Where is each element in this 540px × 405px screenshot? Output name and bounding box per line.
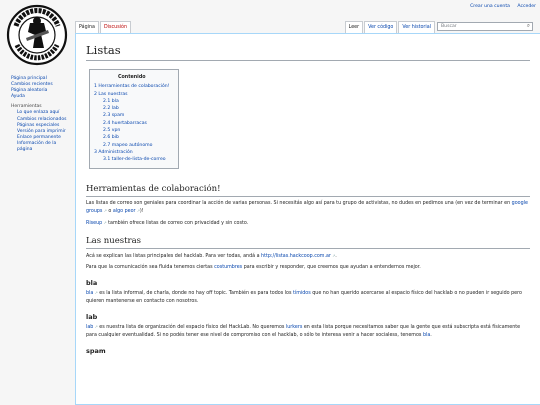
paragraph: Para que la comunicación sea fluida tene… <box>86 264 530 272</box>
namespace-tabs: Página Discusión <box>75 21 132 33</box>
toc-item[interactable]: 2.7 mapeo autónomo <box>94 142 170 149</box>
section-heading-collaboration: Herramientas de colaboración! <box>86 184 530 197</box>
search-placeholder: Buscar <box>441 24 457 29</box>
sidebar-item-special-pages[interactable]: Páginas especiales <box>11 123 67 129</box>
toc-item[interactable]: 2 Las nuestras <box>94 91 170 98</box>
paragraph: bla es la lista informal, de charla, don… <box>86 289 530 305</box>
text: Para que la comunicación sea fluida tene… <box>86 264 215 270</box>
search-icon[interactable]: ⌕ <box>527 23 530 30</box>
toc-list: 1 Herramientas de colaboración! 2 Las nue… <box>94 83 170 163</box>
sidebar-item-help[interactable]: Ayuda <box>11 94 67 100</box>
view-tabs: Leer Ver código Ver historial <box>344 21 436 33</box>
text: es nuestra lista de organización del esp… <box>97 325 286 331</box>
tab-view-source[interactable]: Ver código <box>364 21 398 33</box>
toc-item[interactable]: 3 Administración <box>94 149 170 156</box>
toc-item[interactable]: 2.5 vpn <box>94 127 170 134</box>
text: es la lista informal, de charla, donde n… <box>97 291 294 297</box>
text: . <box>335 254 337 260</box>
riseup-link[interactable]: Riseup <box>86 221 107 226</box>
personal-tools: Crear una cuenta Acceder <box>464 4 536 9</box>
bla-list-link[interactable]: bla <box>86 291 98 296</box>
text: para escribir y responder, que creemos q… <box>242 264 421 270</box>
text: o <box>106 209 113 215</box>
tab-discussion[interactable]: Discusión <box>99 21 131 33</box>
section-heading-ours: Las nuestras <box>86 236 530 250</box>
toc-item[interactable]: 2.4 huertabarracas <box>94 120 170 127</box>
sidebar: Página principal Cambios recientes Págin… <box>11 76 67 153</box>
lurkers-link[interactable]: lurkers <box>286 325 302 330</box>
sidebar-item-what-links-here[interactable]: Lo que enlaza aquí <box>11 110 67 116</box>
toc-item[interactable]: 2.1 bla <box>94 98 170 105</box>
tab-page[interactable]: Página <box>75 21 99 33</box>
tab-read[interactable]: Leer <box>344 21 364 33</box>
lists-url-link[interactable]: http://listas.hackcoop.com.ar <box>261 254 335 259</box>
paragraph: Riseup también ofrece listas de correo c… <box>86 219 530 228</box>
content-area: Listas Contenido 1 Herramientas de colab… <box>75 33 540 405</box>
paragraph: Acá se explican las listas principales d… <box>86 252 530 261</box>
paragraph: Las listas de correo son geniales para c… <box>86 200 530 216</box>
timidos-link[interactable]: tímidos <box>293 291 311 296</box>
table-of-contents: Contenido 1 Herramientas de colaboración… <box>89 69 179 169</box>
text: Las listas de correo son geniales para c… <box>86 200 512 206</box>
sidebar-item-printable[interactable]: Versión para imprimir <box>11 129 67 135</box>
toc-item[interactable]: 2.6 bib <box>94 134 170 141</box>
create-account-link[interactable]: Crear una cuenta <box>470 4 510 9</box>
paragraph: lab es nuestra lista de organización del… <box>86 323 530 339</box>
text: Acá se explican las listas principales d… <box>86 254 262 260</box>
text: )! <box>139 209 144 215</box>
toc-item[interactable]: 1 Herramientas de colaboración! <box>94 83 170 90</box>
lab-list-link[interactable]: lab <box>86 325 98 330</box>
subsection-heading-lab: lab <box>86 313 98 322</box>
subsection-heading-spam: spam <box>86 347 106 356</box>
text: . <box>430 332 432 338</box>
toc-item[interactable]: 2.3 spam <box>94 112 170 119</box>
toc-item[interactable]: 3.1 taller-de-lista-de-correo <box>94 156 170 163</box>
algo-peor-link[interactable]: algo peor <box>113 209 140 214</box>
hacklab-logo[interactable] <box>6 4 68 66</box>
sidebar-item-page-info-cont[interactable]: página <box>11 147 67 153</box>
tab-history[interactable]: Ver historial <box>398 21 435 33</box>
login-link[interactable]: Acceder <box>517 4 536 9</box>
text: también ofrece listas de correo con priv… <box>106 220 249 226</box>
search-input[interactable]: Buscar ⌕ <box>437 22 533 31</box>
toc-item[interactable]: 2.2 lab <box>94 105 170 112</box>
costumbres-link[interactable]: costumbres <box>214 265 242 270</box>
toc-title: Contenido <box>117 75 146 80</box>
subsection-heading-bla: bla <box>86 279 98 288</box>
sidebar-item-related-changes[interactable]: Cambios relacionados <box>11 117 67 123</box>
page-title: Listas <box>86 43 530 61</box>
